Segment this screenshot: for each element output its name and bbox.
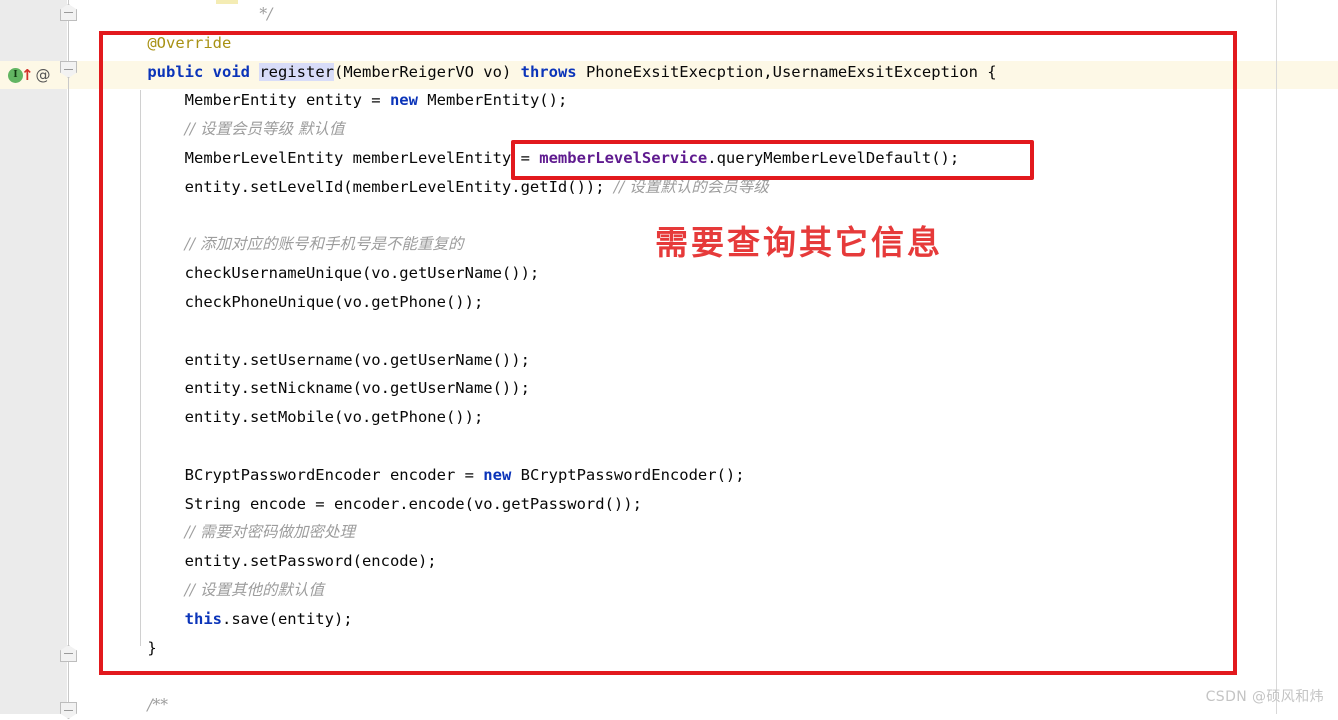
line-save[interactable]: this.save(entity); bbox=[110, 605, 1290, 634]
line-blank-3[interactable] bbox=[110, 432, 1290, 461]
code-token: .save(entity); bbox=[221, 609, 353, 628]
fold-minus-icon bbox=[64, 12, 73, 13]
code-token: void bbox=[212, 62, 250, 81]
code-token: MemberEntity entity = bbox=[184, 91, 390, 110]
code-token: // 添加对应的账号和手机号是不能重复的 bbox=[184, 235, 464, 254]
code-token: new bbox=[389, 91, 418, 110]
line-encode[interactable]: String encode = encoder.encode(vo.getPas… bbox=[110, 490, 1290, 519]
fold-marker-collapse-bottom[interactable] bbox=[60, 702, 77, 719]
code-token: public bbox=[147, 62, 204, 81]
code-token: entity.setPassword(encode); bbox=[184, 552, 437, 571]
csdn-watermark: CSDN @硕风和炜 bbox=[1205, 689, 1324, 705]
line-new-encoder[interactable]: BCryptPasswordEncoder encoder = new BCry… bbox=[110, 461, 1290, 490]
line-comment-other-default[interactable]: // 设置其他的默认值 bbox=[110, 576, 1290, 605]
editor-gutter[interactable] bbox=[0, 0, 67, 714]
code-token: String encode = encoder.encode(vo.getPas… bbox=[184, 494, 642, 513]
line-javadoc-open[interactable]: /** bbox=[110, 691, 1290, 720]
code-token: */ bbox=[259, 5, 273, 23]
line-blank-4[interactable] bbox=[110, 662, 1290, 691]
code-token: MemberEntity(); bbox=[417, 91, 568, 110]
code-token: // 设置默认的会员等级 bbox=[613, 177, 769, 196]
code-token: entity.setMobile(vo.getPhone()); bbox=[184, 408, 484, 427]
line-blank-2[interactable] bbox=[110, 317, 1290, 346]
code-token: (MemberReigerVO vo) bbox=[334, 62, 521, 81]
code-token: PhoneExsitExecption,UsernameExsitExcepti… bbox=[576, 62, 997, 81]
code-token: // 需要对密码做加密处理 bbox=[184, 523, 356, 542]
fold-minus-icon bbox=[64, 653, 73, 654]
code-token: new bbox=[483, 465, 512, 484]
code-token: checkUsernameUnique(vo.getUserName()); bbox=[184, 264, 540, 283]
code-token: entity.setNickname(vo.getUserName()); bbox=[184, 379, 530, 398]
code-content[interactable]: */ @Override public void register(Member… bbox=[110, 0, 1290, 720]
code-token: throws bbox=[520, 62, 577, 81]
line-comment-level[interactable]: // 设置会员等级 默认值 bbox=[110, 115, 1290, 144]
implemented-method-icon[interactable]: I ↑ bbox=[8, 65, 34, 85]
at-override-icon[interactable]: @ bbox=[33, 65, 53, 85]
code-token: checkPhoneUnique(vo.getPhone()); bbox=[184, 292, 484, 311]
fold-minus-icon bbox=[64, 69, 73, 70]
line-set-mobile[interactable]: entity.setMobile(vo.getPhone()); bbox=[110, 403, 1290, 432]
code-token: this bbox=[184, 609, 222, 628]
line-comment-encrypt[interactable]: // 需要对密码做加密处理 bbox=[110, 518, 1290, 547]
code-token: @Override bbox=[147, 33, 232, 52]
code-token: memberLevelService bbox=[539, 148, 708, 167]
line-comment-close[interactable]: */ bbox=[110, 0, 1290, 29]
line-new-entity[interactable]: MemberEntity entity = new MemberEntity()… bbox=[110, 86, 1290, 115]
annotation-note-text: 需要查询其它信息 bbox=[655, 223, 943, 262]
code-token: entity.setUsername(vo.getUserName()); bbox=[184, 350, 530, 369]
line-signature[interactable]: public void register(MemberReigerVO vo) … bbox=[110, 58, 1290, 87]
code-token: BCryptPasswordEncoder encoder = bbox=[184, 465, 484, 484]
code-token: MemberLevelEntity memberLevelEntity = bbox=[184, 148, 540, 167]
line-check-phone[interactable]: checkPhoneUnique(vo.getPhone()); bbox=[110, 288, 1290, 317]
implementation-up-arrow-icon: ↑ bbox=[21, 65, 34, 84]
fold-minus-icon bbox=[64, 710, 73, 711]
code-token: /** bbox=[147, 696, 169, 715]
code-token: entity.setLevelId(memberLevelEntity.getI… bbox=[184, 177, 614, 196]
code-editor[interactable]: I ↑ @ */ @Override public void register(… bbox=[0, 0, 1338, 719]
line-query-default[interactable]: MemberLevelEntity memberLevelEntity = me… bbox=[110, 144, 1290, 173]
line-set-levelid[interactable]: entity.setLevelId(memberLevelEntity.getI… bbox=[110, 173, 1290, 202]
fold-rail bbox=[68, 0, 69, 714]
line-set-nickname[interactable]: entity.setNickname(vo.getUserName()); bbox=[110, 374, 1290, 403]
line-close-brace[interactable]: } bbox=[110, 634, 1290, 663]
gutter-marker-icons[interactable]: I ↑ @ bbox=[8, 64, 53, 86]
code-token: // 设置会员等级 默认值 bbox=[184, 120, 345, 139]
line-set-username[interactable]: entity.setUsername(vo.getUserName()); bbox=[110, 346, 1290, 375]
line-override[interactable]: @Override bbox=[110, 29, 1290, 58]
code-token: BCryptPasswordEncoder(); bbox=[511, 465, 745, 484]
code-token: } bbox=[147, 638, 157, 657]
line-set-password[interactable]: entity.setPassword(encode); bbox=[110, 547, 1290, 576]
code-token: // 设置其他的默认值 bbox=[184, 580, 325, 599]
code-token: register bbox=[259, 62, 334, 81]
code-token: .queryMemberLevelDefault(); bbox=[707, 148, 960, 167]
